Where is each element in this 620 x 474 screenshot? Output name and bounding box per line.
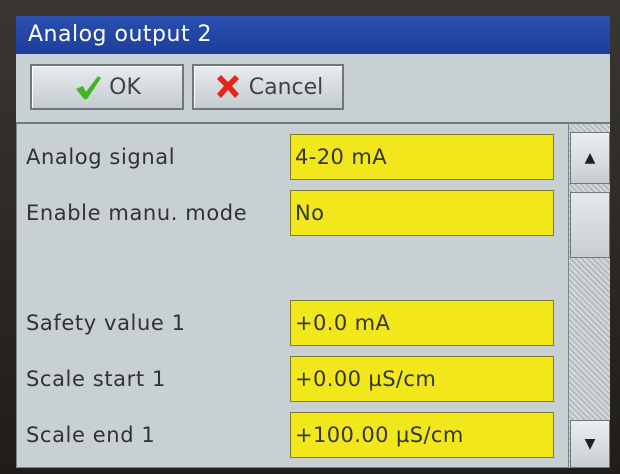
- checkmark-icon: [73, 72, 103, 102]
- scroll-down-button[interactable]: ▼: [570, 420, 610, 468]
- field-label: Safety value 1: [26, 311, 186, 335]
- row-scale-start-1: Scale start 1 +0.00 µS/cm: [16, 354, 564, 404]
- safety-value-1-field[interactable]: +0.0 mA: [290, 300, 554, 346]
- settings-list: Analog signal 4-20 mA Enable manu. mode …: [16, 124, 564, 468]
- scroll-thumb[interactable]: [570, 192, 610, 258]
- ok-button-label: OK: [109, 74, 141, 100]
- ok-button[interactable]: OK: [30, 64, 184, 110]
- field-label: Analog signal: [26, 145, 176, 169]
- row-enable-manu-mode: Enable manu. mode No: [16, 188, 564, 238]
- row-analog-signal: Analog signal 4-20 mA: [16, 132, 564, 182]
- toolbar: OK Cancel: [16, 54, 610, 124]
- cancel-button-label: Cancel: [248, 74, 324, 100]
- scale-end-1-field[interactable]: +100.00 µS/cm: [290, 412, 554, 458]
- row-safety-value-1: Safety value 1 +0.0 mA: [16, 298, 564, 348]
- touch-screen: Analog output 2 OK Cancel Analog signal …: [16, 16, 610, 468]
- analog-signal-field[interactable]: 4-20 mA: [290, 134, 554, 180]
- window-title: Analog output 2: [16, 16, 610, 54]
- enable-manu-mode-field[interactable]: No: [290, 190, 554, 236]
- field-label: Scale end 1: [26, 423, 156, 447]
- scroll-up-button[interactable]: ▲: [570, 132, 610, 184]
- field-label: Scale start 1: [26, 367, 166, 391]
- field-label: Enable manu. mode: [26, 201, 248, 225]
- arrow-down-icon: ▼: [584, 436, 596, 452]
- scale-start-1-field[interactable]: +0.00 µS/cm: [290, 356, 554, 402]
- row-scale-end-1: Scale end 1 +100.00 µS/cm: [16, 410, 564, 460]
- x-mark-icon: [213, 72, 243, 102]
- cancel-button[interactable]: Cancel: [192, 64, 344, 110]
- vertical-scrollbar[interactable]: ▲ ▼: [568, 124, 610, 468]
- arrow-up-icon: ▲: [584, 150, 596, 166]
